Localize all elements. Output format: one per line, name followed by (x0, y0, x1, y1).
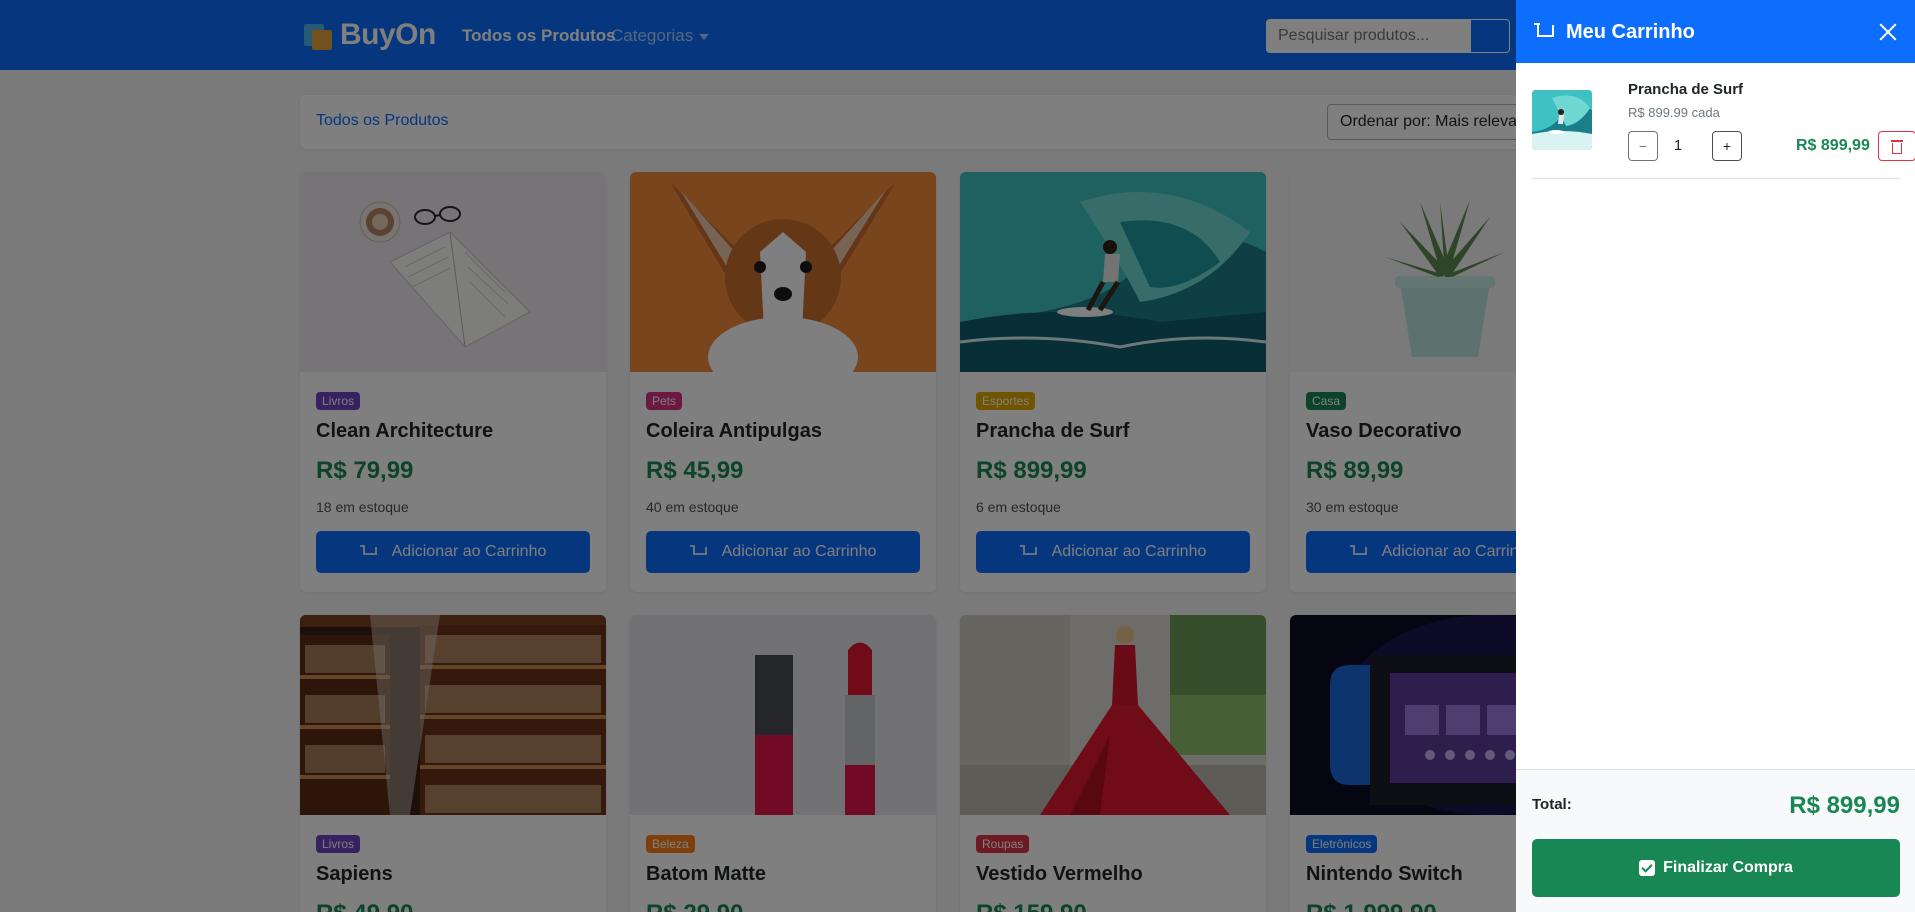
checkout-button[interactable]: Finalizar Compra (1532, 839, 1900, 897)
cart-total-value: R$ 899,99 (1789, 792, 1900, 819)
remove-item-button[interactable] (1878, 131, 1915, 161)
cart-header: Meu Carrinho (1516, 0, 1915, 63)
cart-item-name: Prancha de Surf (1628, 81, 1744, 98)
cart-item-total: R$ 899,99 (1796, 137, 1870, 154)
cart-item-quantity: 1 (1673, 137, 1683, 154)
close-icon[interactable] (1878, 22, 1898, 42)
cart-total-label: Total: (1532, 796, 1572, 813)
cart-item-unit-price: R$ 899.99 cada (1628, 105, 1720, 120)
cart-item: Prancha de Surf R$ 899.99 cada − 1 + R$ … (1532, 79, 1915, 179)
cart-panel: Meu Carrinho Prancha de Surf R$ 899.99 c… (1516, 0, 1915, 912)
check-icon (1639, 860, 1656, 876)
cart-footer: Total: R$ 899,99 Finalizar Compra (1516, 769, 1915, 912)
cart-item-image (1532, 90, 1592, 150)
increase-quantity-button[interactable]: + (1712, 131, 1742, 161)
checkout-label: Finalizar Compra (1663, 859, 1793, 876)
cart-icon (1534, 22, 1556, 40)
cart-title: Meu Carrinho (1566, 21, 1695, 43)
decrease-quantity-button[interactable]: − (1628, 131, 1658, 161)
